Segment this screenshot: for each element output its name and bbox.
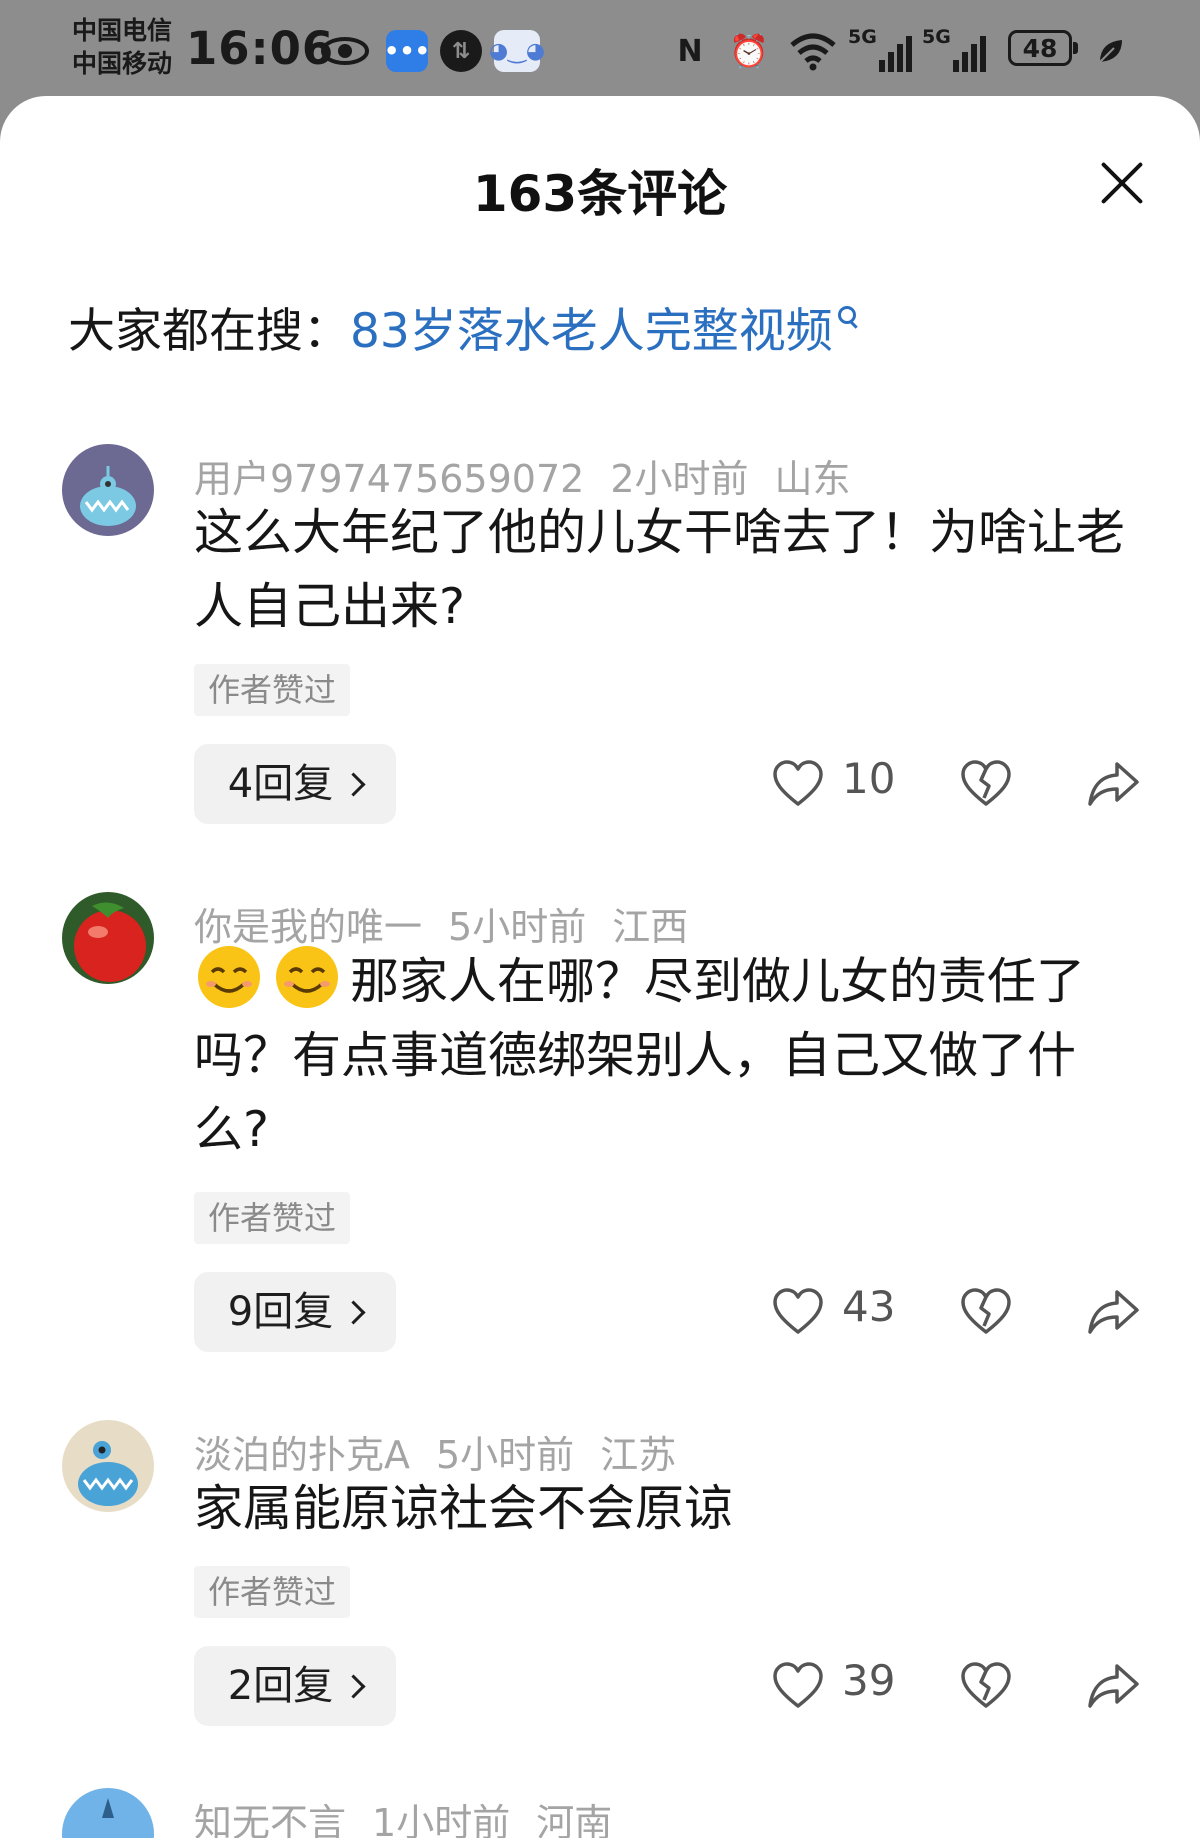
view-replies-button[interactable]: 2回复: [194, 1646, 396, 1726]
broken-heart-icon[interactable]: [960, 1660, 1012, 1712]
avatar[interactable]: [62, 1420, 154, 1512]
bot-app-icon: ◕‿◕: [489, 30, 545, 72]
hot-search-bar: 大家都在搜：83岁落水老人完整视频: [68, 302, 857, 362]
share-icon[interactable]: [1086, 1660, 1140, 1712]
comment-text-block[interactable]: 那家人在哪？尽到做儿女的责任了吗？有点事道德绑架别人，自己又做了什么?: [194, 944, 1144, 1167]
like-count: 10: [842, 754, 896, 803]
replies-count: 4回复: [227, 761, 334, 807]
sheet-title: 163条评论: [472, 165, 728, 223]
replies-count: 2回复: [227, 1663, 334, 1709]
carrier-info: 中国电信 中国移动: [72, 14, 172, 80]
comment-username[interactable]: 知无不言: [194, 1801, 346, 1838]
comment-time: 2小时前: [610, 457, 749, 501]
heart-icon[interactable]: [772, 1660, 824, 1712]
comment-meta: 知无不言 1小时前 河南: [194, 1792, 638, 1838]
comment-username[interactable]: 用户9797475659072: [194, 457, 584, 501]
comment-time: 5小时前: [448, 905, 587, 949]
smiling-face-icon: [198, 946, 260, 1008]
author-liked-badge: 作者赞过: [194, 1566, 351, 1618]
comment-time: 5小时前: [436, 1433, 575, 1477]
chevron-right-icon: [341, 1674, 366, 1699]
avatar[interactable]: [62, 892, 154, 984]
comment-location: 江西: [612, 905, 689, 949]
hot-search-link[interactable]: 83岁落水老人完整视频: [350, 304, 833, 359]
comment-meta: 淡泊的扑克A 5小时前 江苏: [194, 1424, 702, 1479]
heart-icon[interactable]: [772, 1286, 824, 1338]
author-liked-badge: 作者赞过: [194, 664, 351, 716]
battery-icon: 48: [1008, 30, 1078, 66]
alarm-icon: ⏰: [729, 32, 769, 70]
comment-time: 1小时前: [372, 1801, 511, 1838]
wifi-icon: [786, 30, 840, 72]
broken-heart-icon[interactable]: [960, 1286, 1012, 1338]
eye-icon: [318, 30, 372, 72]
comment-location: 江苏: [600, 1433, 677, 1477]
signal-icon: 5G: [922, 26, 986, 72]
status-bar: 中国电信 中国移动 16:06 ••• ⇅ ◕‿◕ N ⏰ 5G 5G 48: [0, 0, 1200, 96]
replies-count: 9回复: [227, 1289, 334, 1335]
broken-heart-icon[interactable]: [960, 758, 1012, 810]
close-icon[interactable]: [1098, 158, 1146, 206]
carrier-2: 中国移动: [72, 49, 173, 78]
comment-sheet: 163条评论 大家都在搜：83岁落水老人完整视频 用户9797475659072…: [0, 96, 1200, 1838]
nfc-icon: N: [677, 33, 703, 69]
message-app-icon: •••: [384, 30, 430, 72]
avatar[interactable]: [62, 1788, 154, 1838]
like-count: 39: [842, 1656, 896, 1705]
author-liked-badge: 作者赞过: [194, 1192, 351, 1244]
smiling-face-icon: [276, 946, 338, 1008]
battery-level: 48: [1022, 33, 1058, 63]
search-icon[interactable]: [837, 302, 857, 336]
view-replies-button[interactable]: 4回复: [194, 744, 396, 824]
comment-location: 山东: [774, 457, 851, 501]
avatar[interactable]: [62, 444, 154, 536]
chevron-right-icon: [341, 1300, 366, 1325]
chevron-right-icon: [341, 772, 366, 797]
comment-text[interactable]: 家属能原谅社会不会原谅: [194, 1472, 1144, 1546]
signal-icon: 5G: [848, 26, 912, 72]
comment-meta: 用户9797475659072 2小时前 山东: [194, 448, 877, 503]
share-icon[interactable]: [1086, 758, 1140, 810]
view-replies-button[interactable]: 9回复: [194, 1272, 396, 1352]
network-type-1: 5G: [848, 26, 877, 48]
comment-text[interactable]: 这么大年纪了他的儿女干啥去了！为啥让老人自己出来?: [194, 496, 1144, 644]
comment-username[interactable]: 你是我的唯一: [194, 905, 422, 949]
leaf-icon: [1094, 30, 1128, 72]
clock: 16:06: [186, 22, 335, 75]
comment-meta: 你是我的唯一 5小时前 江西: [194, 896, 714, 951]
comment-username[interactable]: 淡泊的扑克A: [194, 1433, 410, 1477]
comment-location: 河南: [536, 1801, 613, 1838]
like-count: 43: [842, 1282, 896, 1331]
share-icon[interactable]: [1086, 1286, 1140, 1338]
heart-icon[interactable]: [772, 758, 824, 810]
hot-search-prefix: 大家都在搜：: [68, 304, 350, 359]
carrier-1: 中国电信: [72, 16, 173, 45]
transfer-icon: ⇅: [440, 30, 482, 72]
network-type-2: 5G: [922, 26, 951, 48]
